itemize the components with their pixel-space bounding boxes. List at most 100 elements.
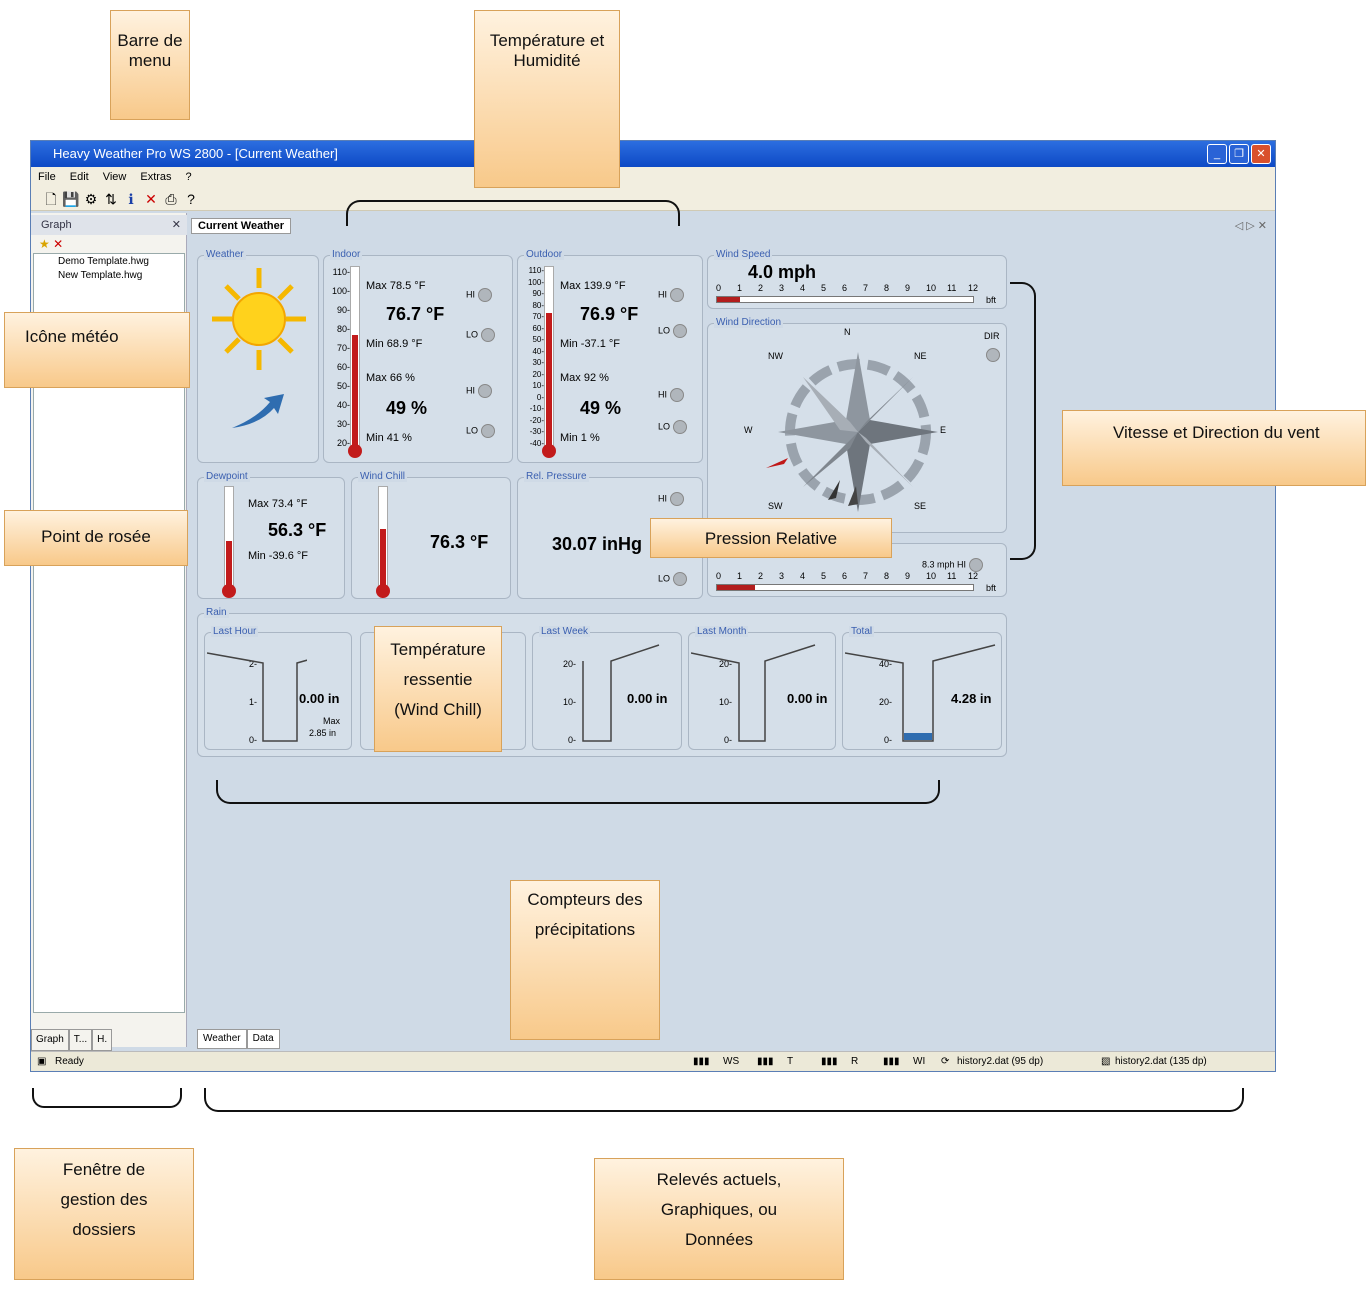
brace-rain: [216, 780, 940, 804]
wind-direction-panel: Wind Direction DIR N NE E SE SW W NW: [707, 317, 1007, 533]
info-icon[interactable]: ℹ: [121, 187, 141, 211]
alarm-bell-icon[interactable]: [477, 384, 492, 398]
windchill-thermometer: [378, 486, 388, 590]
pane-title: Graph: [41, 219, 72, 231]
restore-button[interactable]: ❐: [1229, 144, 1249, 164]
compass-sw: SW: [768, 501, 783, 511]
rain-last-hour-value: 0.00 in: [299, 691, 340, 706]
sync-icon[interactable]: ⇅: [101, 187, 121, 211]
alarm-bell-icon[interactable]: [480, 424, 495, 438]
sync-icon: ⟳: [941, 1056, 950, 1067]
outdoor-thermometer: [544, 266, 554, 452]
dewpoint-thermometer: [224, 486, 234, 590]
status-r: R: [851, 1056, 859, 1067]
tab-h[interactable]: H.: [92, 1029, 113, 1051]
pane-tabs: Graph T... H.: [31, 1029, 187, 1051]
annotation-dewpoint: Point de rosée: [4, 510, 188, 566]
menu-extras[interactable]: Extras: [133, 167, 178, 187]
unit-label: bft: [986, 583, 997, 593]
settings-icon[interactable]: ⚙: [81, 187, 101, 211]
annotation-temp-humidity: Température et Humidité: [474, 10, 620, 188]
compass-se: SE: [914, 501, 927, 511]
menu-file[interactable]: File: [31, 167, 63, 187]
alarm-bell-icon[interactable]: [672, 572, 687, 586]
scale-tick: 1: [737, 571, 743, 581]
brace-wind: [1010, 282, 1036, 560]
panel-title: Indoor: [330, 249, 363, 260]
new-icon[interactable]: 🗋: [41, 187, 61, 211]
menu-view[interactable]: View: [96, 167, 134, 187]
help-icon[interactable]: ?: [181, 187, 201, 211]
scale-tick: 8: [884, 571, 890, 581]
wind-speed-value: 4.0 mph: [748, 262, 817, 282]
indoor-hum-min: Min 41 %: [366, 432, 412, 444]
list-item[interactable]: Demo Template.hwg: [34, 254, 184, 268]
dewpoint-value: 56.3 °F: [268, 520, 327, 540]
status-text: Ready: [55, 1056, 84, 1067]
scale-tick: 4: [800, 283, 806, 293]
dewpoint-min: Min -39.6 °F: [248, 550, 309, 562]
alarm-bell-icon[interactable]: [986, 348, 1000, 362]
dewpoint-panel: Dewpoint Max 73.4 °F 56.3 °F Min -39.6 °…: [197, 471, 345, 599]
scale-tick: 0: [716, 571, 722, 581]
annotation-folders: Fenêtre de gestion des dossiers: [14, 1148, 194, 1280]
scale-tick: 5: [821, 283, 827, 293]
alarm-bell-icon[interactable]: [477, 288, 492, 302]
tab-graph[interactable]: Graph: [31, 1029, 69, 1051]
alarm-bell-icon[interactable]: [672, 324, 687, 338]
minimize-button[interactable]: _: [1207, 144, 1227, 164]
add-folder-icon[interactable]: ★: [39, 237, 50, 251]
scale-tick: 6: [842, 283, 848, 293]
scale-tick: 5: [821, 571, 827, 581]
scale-tick: 1: [737, 283, 743, 293]
menu-edit[interactable]: Edit: [63, 167, 96, 187]
tab-weather[interactable]: Weather: [197, 1029, 247, 1049]
close-icon[interactable]: ✕: [172, 215, 181, 235]
tab-nav-icon[interactable]: ◁ ▷ ✕: [1235, 215, 1267, 237]
battery-icon: ▮▮▮: [757, 1056, 774, 1067]
alarm-bell-icon[interactable]: [480, 328, 495, 342]
view-tabs: Weather Data: [197, 1029, 280, 1049]
delete-icon[interactable]: ✕: [141, 187, 161, 211]
scale-tick: 7: [863, 571, 869, 581]
pressure-value: 30.07 inHg: [552, 534, 643, 554]
outdoor-temp-min: Min -37.1 °F: [560, 338, 621, 350]
outdoor-hum-min: Min 1 %: [560, 432, 600, 444]
annotation-windchill: Température ressentie (Wind Chill): [374, 626, 502, 752]
alarm-bell-icon[interactable]: [669, 388, 684, 402]
menu-help[interactable]: ?: [179, 167, 199, 187]
scale-tick: 0: [716, 283, 722, 293]
rain-last-month-value: 0.00 in: [787, 691, 828, 706]
save-icon[interactable]: 💾: [61, 187, 81, 211]
status-file1: history2.dat (95 dp): [957, 1056, 1044, 1067]
scale-tick: 3: [779, 283, 785, 293]
alarm-bell-icon[interactable]: [669, 492, 684, 506]
gust-hi-value: 8.3 mph: [922, 559, 955, 570]
wind-speed-bar: [716, 296, 974, 303]
panel-title: Dewpoint: [204, 471, 250, 482]
tab-data[interactable]: Data: [246, 1029, 280, 1049]
gust-bar: [716, 584, 974, 591]
rain-max-label: Max: [323, 716, 341, 726]
rain-max-value: 2.85 in: [309, 728, 337, 738]
hi-label: HI: [466, 289, 475, 300]
brace-folders: [32, 1088, 182, 1108]
scale-tick: 10: [926, 283, 937, 293]
tab-t[interactable]: T...: [68, 1029, 93, 1051]
windchill-value: 76.3 °F: [430, 532, 489, 552]
print-icon[interactable]: ⎙: [161, 187, 181, 211]
tab-current-weather[interactable]: Current Weather: [191, 218, 291, 234]
remove-icon[interactable]: ✕: [53, 237, 63, 251]
alarm-bell-icon[interactable]: [672, 420, 687, 434]
battery-icon: ▮▮▮: [693, 1056, 710, 1067]
close-button[interactable]: ✕: [1251, 144, 1271, 164]
lo-label: LO: [658, 421, 671, 432]
compass-ne: NE: [914, 351, 927, 361]
menu-bar: File Edit View Extras?: [31, 167, 1275, 187]
alarm-bell-icon[interactable]: [968, 558, 983, 572]
indoor-temp-min: Min 68.9 °F: [366, 338, 423, 350]
thermometer-bulb: [542, 444, 556, 458]
alarm-bell-icon[interactable]: [669, 288, 684, 302]
annotation-weather-icon: Icône météo: [4, 312, 190, 388]
list-item[interactable]: New Template.hwg: [34, 268, 184, 282]
